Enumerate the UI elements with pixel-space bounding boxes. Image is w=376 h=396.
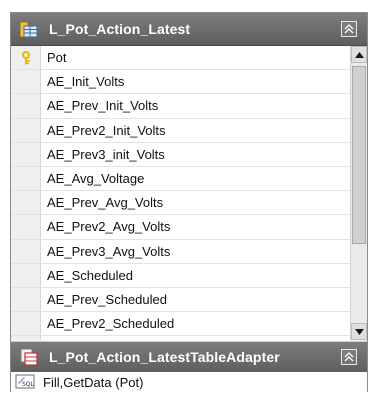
collapse-chevron-icon[interactable] bbox=[341, 349, 357, 365]
table-title: L_Pot_Action_Latest bbox=[49, 21, 191, 37]
row-selector bbox=[11, 191, 41, 215]
column-row[interactable]: AE_Prev3_Scheduled bbox=[11, 336, 351, 340]
row-selector bbox=[11, 263, 41, 287]
row-selector bbox=[11, 336, 41, 340]
collapse-chevron-icon[interactable] bbox=[341, 21, 357, 37]
scroll-down-arrow-icon[interactable] bbox=[351, 323, 367, 340]
table-icon bbox=[19, 19, 39, 39]
column-row[interactable]: AE_Prev2_Avg_Volts bbox=[11, 215, 351, 240]
column-row[interactable]: AE_Prev_Avg_Volts bbox=[11, 191, 351, 216]
column-name: AE_Init_Volts bbox=[47, 74, 125, 90]
adapter-method-row[interactable]: SQL Fill,GetData (Pot) bbox=[11, 372, 367, 392]
column-name: AE_Avg_Voltage bbox=[47, 171, 145, 187]
column-row[interactable]: AE_Prev2_Scheduled bbox=[11, 312, 351, 337]
row-selector bbox=[11, 118, 41, 142]
scrollbar-thumb[interactable] bbox=[352, 66, 366, 244]
column-row[interactable]: AE_Prev2_Init_Volts bbox=[11, 118, 351, 143]
column-row[interactable]: AE_Prev3_Avg_Volts bbox=[11, 239, 351, 264]
row-selector bbox=[11, 312, 41, 336]
column-name: Pot bbox=[47, 50, 67, 66]
column-name: AE_Prev3_init_Volts bbox=[47, 146, 165, 162]
column-name: AE_Prev2_Scheduled bbox=[47, 316, 175, 332]
dataset-designer-panel: L_Pot_Action_Latest Pot AE_Init_Volts AE_P… bbox=[10, 12, 368, 392]
column-name: AE_Prev_Avg_Volts bbox=[47, 195, 164, 211]
row-selector bbox=[11, 239, 41, 263]
column-list: Pot AE_Init_Volts AE_Prev_Init_Volts AE_Pre… bbox=[11, 46, 351, 340]
row-selector bbox=[11, 287, 41, 312]
table-adapter-header[interactable]: L_Pot_Action_LatestTableAdapter bbox=[11, 341, 367, 373]
table-header[interactable]: L_Pot_Action_Latest bbox=[11, 13, 367, 46]
primary-key-icon bbox=[11, 46, 41, 70]
row-selector bbox=[11, 70, 41, 94]
column-name: AE_Scheduled bbox=[47, 267, 134, 283]
table-adapter-title: L_Pot_Action_LatestTableAdapter bbox=[49, 349, 280, 365]
column-row[interactable]: AE_Prev_Init_Volts bbox=[11, 94, 351, 119]
scroll-up-arrow-icon[interactable] bbox=[351, 46, 367, 63]
column-row[interactable]: AE_Prev3_init_Volts bbox=[11, 142, 351, 167]
row-selector bbox=[11, 94, 41, 118]
column-name: AE_Prev_Init_Volts bbox=[47, 98, 159, 114]
row-selector bbox=[11, 142, 41, 166]
column-row[interactable]: Pot bbox=[11, 46, 351, 71]
sql-method-icon: SQL bbox=[15, 374, 37, 390]
column-name: AE_Prev2_Init_Volts bbox=[47, 122, 166, 138]
svg-text:SQL: SQL bbox=[22, 381, 35, 388]
column-row[interactable]: AE_Avg_Voltage bbox=[11, 166, 351, 192]
column-name: AE_Prev3_Avg_Volts bbox=[47, 243, 171, 259]
column-row[interactable]: AE_Init_Volts bbox=[11, 70, 351, 95]
column-row[interactable]: AE_Prev_Scheduled bbox=[11, 287, 351, 313]
row-selector bbox=[11, 215, 41, 239]
adapter-method-label: Fill,GetData (Pot) bbox=[43, 374, 144, 390]
column-name: AE_Prev2_Avg_Volts bbox=[47, 219, 171, 235]
vertical-scrollbar[interactable] bbox=[350, 46, 367, 340]
table-adapter-icon bbox=[19, 347, 39, 367]
column-row[interactable]: AE_Scheduled bbox=[11, 263, 351, 288]
row-selector bbox=[11, 166, 41, 191]
column-name: AE_Prev_Scheduled bbox=[47, 291, 167, 307]
